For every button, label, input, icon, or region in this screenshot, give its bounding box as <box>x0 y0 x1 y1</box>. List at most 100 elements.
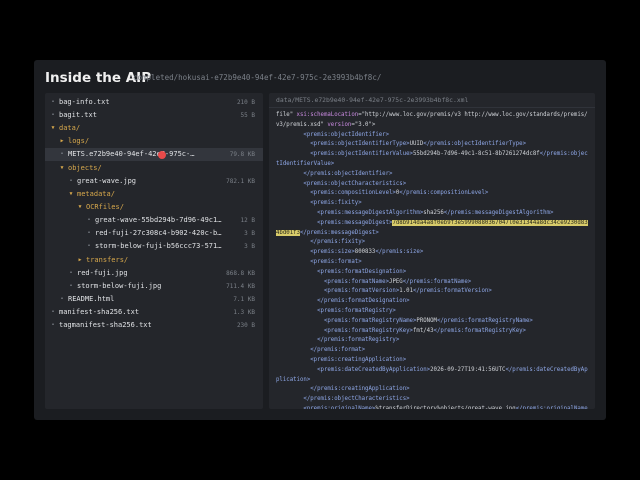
tree-item-label: README.html <box>68 295 115 303</box>
bullet-icon: • <box>51 112 55 118</box>
tree-item-label: manifest-sha256.txt <box>59 308 140 316</box>
viewer-divider <box>269 107 595 108</box>
tree-item-label: bag-info.txt <box>59 98 110 106</box>
tree-file[interactable]: • great-wave.jpg 782.1 KB <box>45 175 263 188</box>
tree-item-label: data/ <box>59 124 81 132</box>
code-line: <premis:formatDesignation> <box>276 268 407 275</box>
tree-file[interactable]: • manifest-sha256.txt 1.3 KB <box>45 306 263 319</box>
bullet-icon: • <box>87 243 91 249</box>
bullet-icon: • <box>87 230 91 236</box>
file-size: 868.8 KB <box>226 270 255 277</box>
aip-panel: Inside the AIP completed/hokusai-e72b9e4… <box>34 60 606 420</box>
file-tree[interactable]: • bag-info.txt 210 B • bagit.txt 55 B ▼ data/ ▶ l… <box>45 93 263 409</box>
chevron-right-icon: ▶ <box>60 138 64 144</box>
code-line: <premis:messageDigest>7d8b914da4a8f0eb9f… <box>276 219 588 236</box>
tree-item-label: bagit.txt <box>59 111 97 119</box>
tree-item-label: transfers/ <box>86 256 129 264</box>
tree-file[interactable]: • storm-below-fuji-b56ccc73-5718-4e2a-9f1… <box>45 240 263 253</box>
xml-content: file" xsi:schemaLocation="http://www.loc… <box>276 111 590 409</box>
code-line: <premis:format> <box>276 258 362 265</box>
code-line: <premis:objectIdentifierValue>55bd294b-7… <box>276 151 588 167</box>
tree-item-label: metadata/ <box>77 190 115 198</box>
tree-folder[interactable]: ▶ transfers/ <box>45 254 263 267</box>
code-line: </premis:objectCharacteristics> <box>276 396 410 403</box>
aip-path: completed/hokusai-e72b9e40-94ef-42e7-975… <box>133 73 382 82</box>
tree-item-label: storm-below-fuji.jpg <box>77 282 162 290</box>
tree-item-label: great-wave.jpg <box>77 177 137 185</box>
bullet-icon: • <box>51 99 55 105</box>
tree-file[interactable]: • storm-below-fuji.jpg 711.4 KB <box>45 280 263 293</box>
tree-item-label: objects/ <box>68 164 102 172</box>
code-line: <premis:formatRegistryName>PRONOM</premi… <box>276 317 533 324</box>
bullet-icon: • <box>51 322 55 328</box>
chevron-down-icon: ▼ <box>51 125 55 131</box>
tree-folder[interactable]: ▼ objects/ <box>45 162 263 175</box>
tree-item-label: red-fuji.jpg <box>77 269 128 277</box>
code-line: </premis:formatRegistry> <box>276 337 400 344</box>
file-size: 711.4 KB <box>226 283 255 290</box>
viewer-path: data/METS.e72b9e40-94ef-42e7-975c-2e3993… <box>276 96 469 104</box>
file-size: 210 B <box>236 99 255 106</box>
code-line: <premis:formatName>JPEG</premis:formatNa… <box>276 278 472 285</box>
bullet-icon: • <box>69 283 73 289</box>
tree-file[interactable]: • METS.e72b9e40-94ef-42e7-975c-2e3993b4bf… <box>45 148 263 161</box>
bullet-icon: • <box>51 309 55 315</box>
tree-item-label: tagmanifest-sha256.txt <box>59 321 152 329</box>
file-size: 3 B <box>244 243 255 250</box>
tree-item-label: METS.e72b9e40-94ef-42e7-975c-2e3993b4bf8… <box>68 150 196 158</box>
code-line: </premis:format> <box>276 347 366 354</box>
tree-folder[interactable]: ▶ logs/ <box>45 135 263 148</box>
tree-folder[interactable]: ▼ OCRfiles/ <box>45 201 263 214</box>
chevron-down-icon: ▼ <box>60 165 64 171</box>
file-size: 3 B <box>244 230 255 237</box>
chevron-down-icon: ▼ <box>78 204 82 210</box>
tree-file[interactable]: • red-fuji-27c308c4-b902-420c-b4be-1f0e5c… <box>45 227 263 240</box>
file-viewer[interactable]: data/METS.e72b9e40-94ef-42e7-975c-2e3993… <box>269 93 595 409</box>
file-size: 55 B <box>240 112 255 119</box>
code-line: </premis:objectIdentifier> <box>276 170 393 177</box>
tree-folder[interactable]: ▼ data/ <box>45 122 263 135</box>
code-line: <premis:fixity> <box>276 200 362 207</box>
bullet-icon: • <box>60 296 64 302</box>
tree-file[interactable]: • bagit.txt 55 B <box>45 109 263 122</box>
tree-file[interactable]: • tagmanifest-sha256.txt 230 B <box>45 319 263 332</box>
code-line: <premis:formatRegistryKey>fmt/43</premis… <box>276 327 526 334</box>
file-size: 782.1 KB <box>226 178 255 185</box>
bullet-icon: • <box>69 270 73 276</box>
code-line: <premis:messageDigestAlgorithm>sha256</p… <box>276 209 554 216</box>
code-line: <premis:compositionLevel>0</premis:compo… <box>276 190 489 197</box>
file-size: 12 B <box>240 217 255 224</box>
chevron-right-icon: ▶ <box>78 257 82 263</box>
chevron-down-icon: ▼ <box>69 191 73 197</box>
code-line: <premis:formatVersion>1.01</premis:forma… <box>276 288 492 295</box>
code-line: <premis:size>800833</premis:size> <box>276 249 424 256</box>
tree-item-label: logs/ <box>68 137 90 145</box>
code-line: <premis:objectIdentifierType>UUID</premi… <box>276 141 526 148</box>
tree-file[interactable]: • red-fuji.jpg 868.8 KB <box>45 267 263 280</box>
file-size: 230 B <box>236 322 255 329</box>
tree-file[interactable]: • README.html 7.1 KB <box>45 293 263 306</box>
tree-folder[interactable]: ▼ metadata/ <box>45 188 263 201</box>
file-size: 1.3 KB <box>233 309 255 316</box>
bullet-icon: • <box>69 178 73 184</box>
file-size: 7.1 KB <box>233 296 255 303</box>
code-line: <premis:formatRegistry> <box>276 307 396 314</box>
tree-file[interactable]: • great-wave-55bd294b-7d96-49c1-8c51-8b72… <box>45 214 263 227</box>
code-line: </premis:creatingApplication> <box>276 386 410 393</box>
tree-item-label: storm-below-fuji-b56ccc73-5718-4e2a-9f1d… <box>95 242 223 250</box>
bullet-icon: • <box>60 151 64 157</box>
tree-file[interactable]: • bag-info.txt 210 B <box>45 96 263 109</box>
file-size: 79.8 KB <box>229 151 255 158</box>
code-line: <premis:creatingApplication> <box>276 356 407 363</box>
mouse-cursor-icon <box>158 151 166 159</box>
code-line: <premis:objectCharacteristics> <box>276 180 407 187</box>
code-line: <premis:dateCreatedByApplication>2026-09… <box>276 366 588 383</box>
bullet-icon: • <box>87 217 91 223</box>
tree-item-label: great-wave-55bd294b-7d96-49c1-8c51-8b726… <box>95 216 223 224</box>
code-line: <premis:originalName>%transferDirectory%… <box>276 405 588 409</box>
tree-item-label: OCRfiles/ <box>86 203 124 211</box>
code-line: file" xsi:schemaLocation="http://www.loc… <box>276 112 588 128</box>
tree-item-label: red-fuji-27c308c4-b902-420c-b4be-1f0e5c6… <box>95 229 223 237</box>
code-line: </premis:formatDesignation> <box>276 298 410 305</box>
code-line: <premis:objectIdentifier> <box>276 131 390 138</box>
